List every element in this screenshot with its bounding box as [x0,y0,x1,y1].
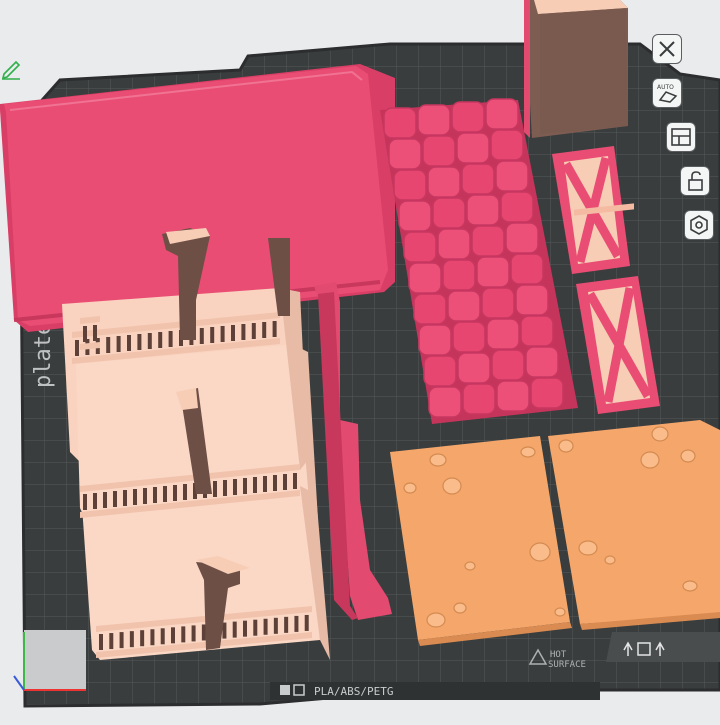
svg-text:HOT: HOT [550,650,567,660]
roof-tile [432,197,466,229]
arrange-icon [671,128,691,146]
roof-tile [485,98,519,130]
roof-tile [466,194,500,226]
roof-tile [500,191,534,223]
roof-tile [447,290,481,322]
auto-orient-button[interactable]: AUTO [652,78,682,108]
tall-block-model[interactable] [524,0,628,138]
roof-tile [413,293,447,325]
roof-tile [461,163,495,195]
svg-text:SURFACE: SURFACE [548,660,586,670]
roof-tile [417,104,451,136]
lock-plate-button[interactable] [680,166,710,196]
roof-tile [388,138,422,170]
viewport-3d[interactable]: plate PLA/ABS/PETG HOT SURFACE [0,0,720,720]
close-icon [659,41,675,57]
roof-tile [462,383,496,415]
roof-tile [442,259,476,291]
ground-tile-left[interactable] [390,436,572,646]
roof-tile [476,256,510,288]
roof-tile [418,324,452,356]
roof-tile [428,386,462,418]
roof-tile [422,135,456,167]
roof-tile [423,355,457,387]
plate-name-fragment: plate [31,322,56,388]
roof-tile [496,380,530,412]
svg-text:AUTO: AUTO [657,84,674,91]
plate-settings-button[interactable] [684,210,714,240]
roof-tile [403,231,437,263]
roof-tile [383,107,417,139]
roof-tile [427,166,461,198]
roof-tile [456,132,490,164]
roof-tile [515,284,549,316]
roof-tile [495,160,529,192]
unlock-icon [688,171,703,191]
arrange-button[interactable] [666,122,696,152]
roof-tile [457,352,491,384]
roof-tile [481,287,515,319]
roof-tile [505,222,539,254]
roof-tile [520,315,554,347]
roof-tile [491,349,525,381]
roof-tile [486,318,520,350]
roof-tile [471,225,505,257]
roof-tile [451,101,485,133]
hexagon-nut-icon [690,215,708,235]
edit-plate-name-icon[interactable] [0,56,24,80]
roof-tile [398,200,432,232]
roof-tile [530,377,564,409]
auto-orient-icon: AUTO [657,84,678,103]
svg-text:PLA/ABS/PETG: PLA/ABS/PETG [314,685,393,698]
roof-tile [452,321,486,353]
roof-tile [510,253,544,285]
close-plate-button[interactable] [652,34,682,64]
roof-tile [408,262,442,294]
roof-tile [393,169,427,201]
roof-tile [490,129,524,161]
roof-tile [525,346,559,378]
roof-tile [437,228,471,260]
